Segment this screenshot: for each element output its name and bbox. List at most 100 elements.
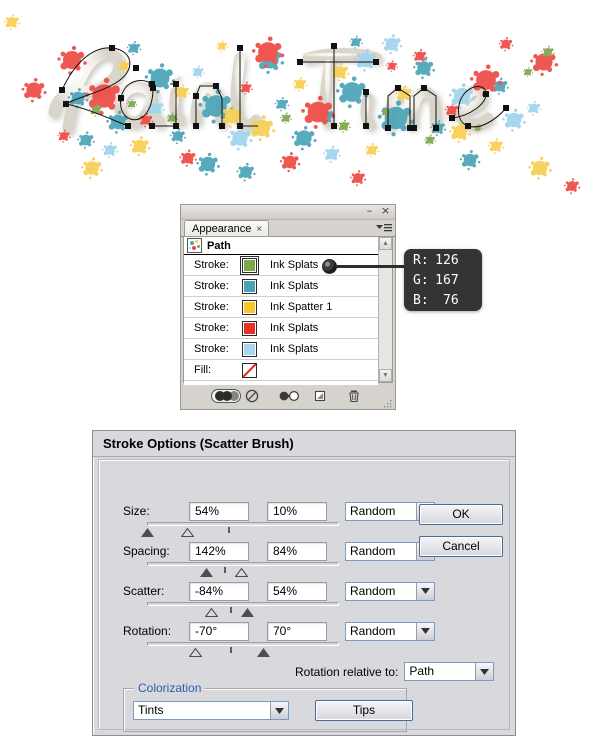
stroke-color-swatch[interactable]: [242, 341, 257, 357]
rotation-slider-tick: [229, 647, 232, 653]
clear-appearance-icon[interactable]: [245, 389, 263, 404]
stroke-color-swatch[interactable]: [240, 255, 259, 275]
delete-item-icon[interactable]: [347, 389, 365, 404]
size-min-input[interactable]: [189, 501, 249, 521]
panel-scrollbar[interactable]: ▲ ▼: [378, 237, 392, 382]
brush-name: Ink Splats: [270, 322, 319, 334]
spacing-mode-value: Random: [350, 543, 396, 558]
size-slider-max-handle[interactable]: [180, 526, 195, 538]
stroke-label: Stroke:: [194, 343, 229, 355]
panel-menu-icon[interactable]: [376, 222, 392, 234]
tips-button[interactable]: Tips: [315, 700, 413, 721]
reduce-to-basic-appearance-icon[interactable]: [279, 389, 300, 404]
spacing-min-input[interactable]: [189, 541, 249, 561]
splatter-artwork-svg: [0, 0, 600, 200]
panel-titlebar[interactable]: – ×: [181, 205, 395, 220]
path-row-label: Path: [207, 239, 231, 252]
size-max-input[interactable]: [267, 501, 327, 521]
cancel-button[interactable]: Cancel: [419, 536, 503, 557]
scatter-slider-max-handle[interactable]: [241, 606, 254, 617]
b-value: 76: [443, 293, 459, 308]
appearance-list: Path Stroke: Ink Splats Stroke: Ink Spla…: [183, 236, 393, 402]
tab-appearance[interactable]: Appearance ×: [184, 220, 270, 237]
rotation-relative-value: Path: [409, 664, 435, 678]
spacing-slider-max-handle[interactable]: [234, 566, 249, 578]
opacity-toggle-icon[interactable]: [211, 388, 241, 404]
size-label: Size:: [123, 504, 150, 518]
r-value: 126: [435, 253, 459, 268]
size-slider-track[interactable]: [147, 522, 339, 526]
appearance-item-stroke-4[interactable]: Stroke: Ink Splats: [184, 318, 378, 339]
spacing-slider-min-handle[interactable]: [200, 566, 213, 577]
rgb-red-row: R: 126: [413, 251, 482, 271]
callout-connector-line: [329, 265, 407, 268]
rotation-mode-select[interactable]: Random: [345, 621, 435, 641]
rotation-slider-track[interactable]: [147, 642, 339, 646]
scroll-up-icon[interactable]: ▲: [379, 237, 392, 250]
appearance-item-fill[interactable]: Fill:: [184, 360, 378, 381]
rotation-control-row: Rotation: Random: [123, 620, 435, 642]
chevron-down-icon[interactable]: [270, 702, 288, 719]
appearance-rows: Path Stroke: Ink Splats Stroke: Ink Spla…: [184, 237, 378, 402]
chevron-down-icon[interactable]: [416, 622, 434, 640]
appearance-item-stroke-2[interactable]: Stroke: Ink Splats: [184, 276, 378, 297]
fill-none-swatch-icon[interactable]: [242, 362, 257, 378]
rotation-slider[interactable]: [147, 642, 339, 658]
scatter-min-input[interactable]: [189, 581, 249, 601]
spacing-max-input[interactable]: [267, 541, 327, 561]
rotation-min-input[interactable]: [189, 621, 249, 641]
stroke-color-swatch[interactable]: [242, 278, 257, 294]
stroke-label: Stroke:: [194, 280, 229, 292]
spacing-label: Spacing:: [123, 544, 170, 558]
colorization-legend: Colorization: [134, 681, 206, 695]
scatter-slider-tick: [229, 607, 232, 613]
chevron-down-icon[interactable]: [416, 582, 434, 600]
stroke-label: Stroke:: [194, 301, 229, 313]
scroll-down-icon[interactable]: ▼: [379, 369, 392, 382]
rotation-slider-min-handle[interactable]: [188, 646, 203, 658]
dialog-content: Size: Random Spacing:: [98, 459, 510, 732]
size-mode-value: Random: [350, 503, 396, 518]
tab-close-icon[interactable]: ×: [256, 224, 262, 235]
rotation-relative-select[interactable]: Path: [404, 662, 495, 681]
stroke-color-swatch[interactable]: [242, 320, 257, 336]
duplicate-item-icon[interactable]: [313, 389, 331, 404]
dialog-title: Stroke Options (Scatter Brush): [93, 431, 515, 457]
appearance-item-stroke-5[interactable]: Stroke: Ink Splats: [184, 339, 378, 360]
rotation-max-input[interactable]: [267, 621, 327, 641]
r-label: R:: [413, 253, 429, 268]
scatter-mode-select[interactable]: Random: [345, 581, 435, 601]
brush-name: Ink Splats: [270, 280, 319, 292]
rgb-blue-row: B: 76: [413, 291, 482, 311]
panel-resize-grip[interactable]: [384, 399, 392, 408]
appearance-item-path[interactable]: Path: [184, 237, 378, 255]
colorization-method-select[interactable]: Tints: [133, 701, 289, 720]
size-slider[interactable]: [141, 522, 339, 538]
colorization-method-value: Tints: [138, 703, 164, 717]
appearance-panel[interactable]: – × Appearance × Path Stroke: Ink Splats…: [180, 204, 396, 410]
appearance-item-stroke-3[interactable]: Stroke: Ink Spatter 1: [184, 297, 378, 318]
scatter-max-input[interactable]: [267, 581, 327, 601]
panel-footer-toolbar: [183, 385, 393, 407]
scatter-slider-min-handle[interactable]: [204, 606, 219, 618]
artwork-canvas: [0, 0, 600, 200]
rotation-mode-value: Random: [350, 623, 396, 638]
ok-button[interactable]: OK: [419, 504, 503, 525]
close-icon[interactable]: ×: [380, 205, 391, 217]
spacing-slider[interactable]: [147, 562, 339, 578]
rgb-green-row: G: 167: [413, 271, 482, 291]
minimize-icon[interactable]: –: [364, 205, 375, 217]
g-value: 167: [435, 273, 459, 288]
color-picker-handle-icon[interactable]: [322, 259, 337, 274]
stroke-options-dialog[interactable]: Stroke Options (Scatter Brush) Size: Ran…: [92, 430, 516, 736]
rotation-slider-max-handle[interactable]: [257, 646, 270, 657]
stroke-color-swatch[interactable]: [242, 299, 257, 315]
scatter-slider[interactable]: [147, 602, 339, 618]
size-slider-min-handle[interactable]: [141, 526, 154, 537]
tab-label: Appearance: [192, 223, 252, 235]
g-label: G:: [413, 273, 429, 288]
chevron-down-icon[interactable]: [475, 663, 494, 680]
spacing-slider-tick: [223, 567, 226, 573]
panel-tab-row: Appearance ×: [181, 220, 395, 237]
scatter-mode-value: Random: [350, 583, 396, 598]
